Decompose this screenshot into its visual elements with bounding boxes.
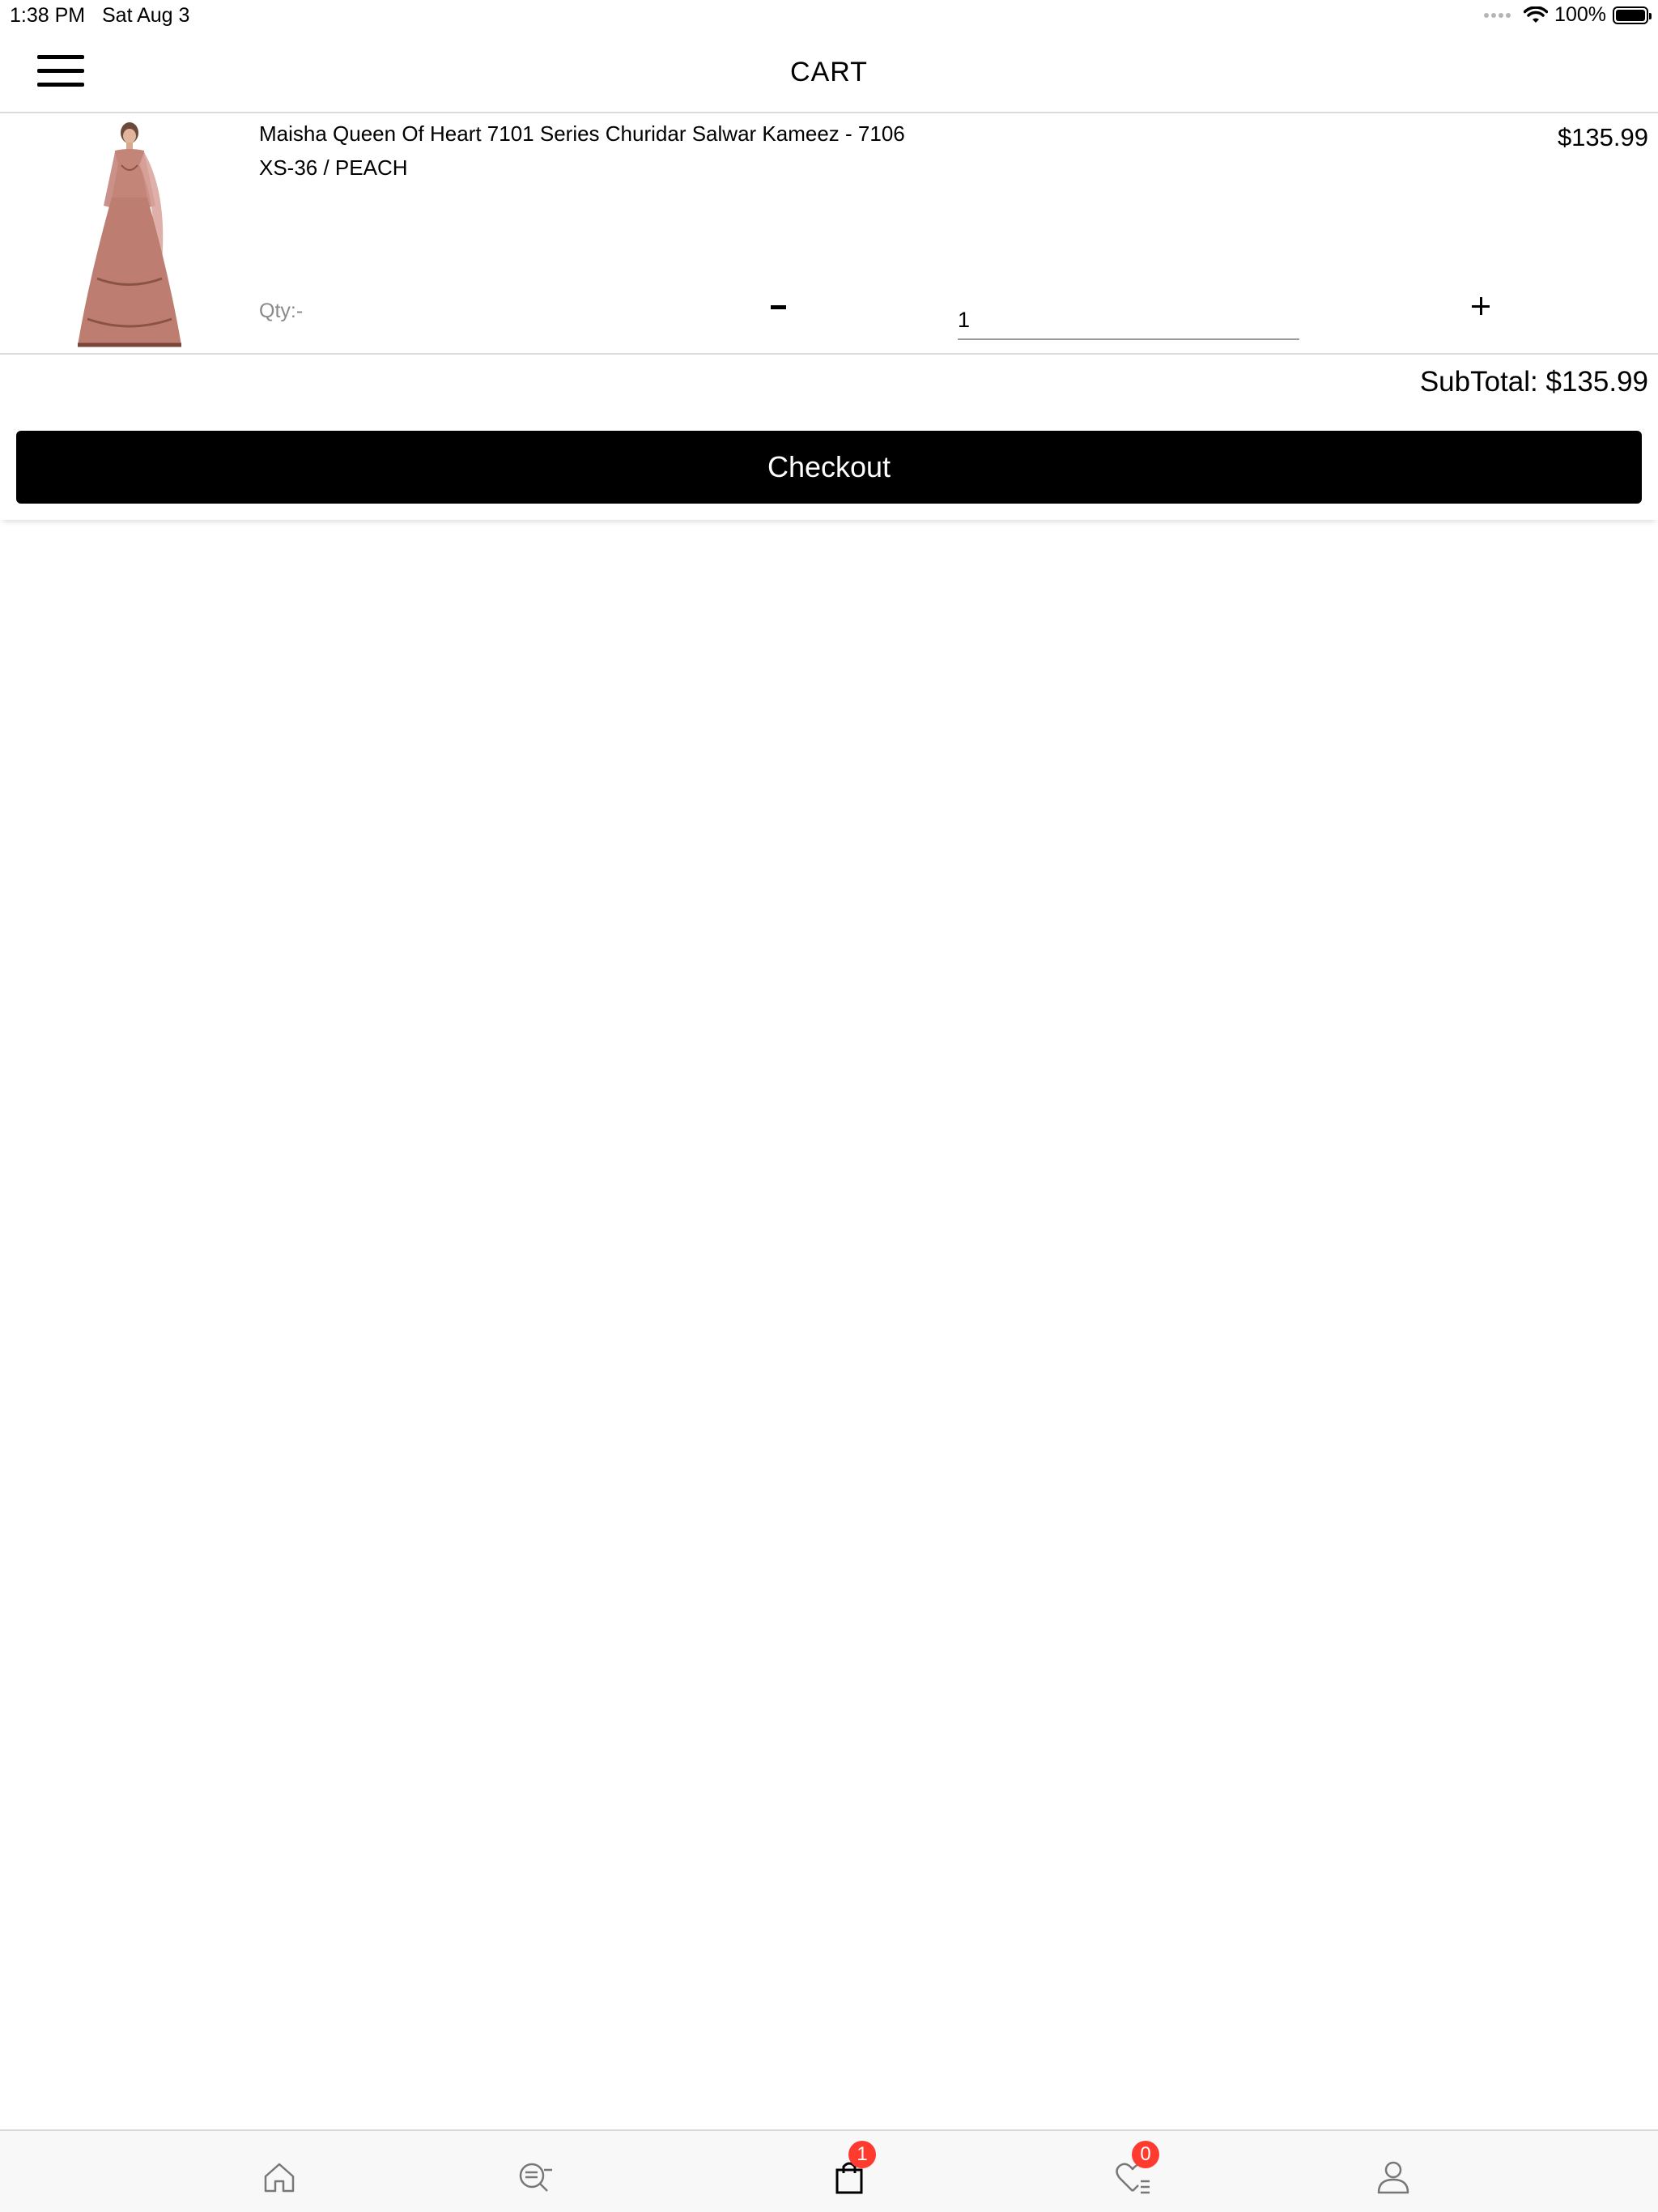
search-list-icon (519, 2163, 552, 2192)
app-header: CART (0, 32, 1658, 113)
battery-percentage: 100% (1554, 3, 1606, 26)
tab-home[interactable] (261, 2159, 301, 2199)
profile-icon (1377, 2161, 1409, 2194)
cart-summary: SubTotal: $135.99 Checkout (0, 356, 1658, 520)
cart-count-badge: 1 (848, 2141, 876, 2168)
cellular-signal-icon (1484, 12, 1511, 18)
bottom-tab-bar: 1 0 (0, 2129, 1658, 2212)
checkout-button[interactable]: Checkout (16, 431, 1642, 504)
status-date: Sat Aug 3 (102, 4, 190, 27)
home-icon (264, 2163, 295, 2193)
status-right: 100% (1484, 3, 1652, 27)
status-bar: 1:38 PM Sat Aug 3 100% (0, 0, 1658, 32)
quantity-input[interactable] (958, 301, 1299, 340)
tab-search[interactable] (517, 2159, 557, 2199)
cart-page: 1:38 PM Sat Aug 3 100% CART Maisha Queen… (0, 0, 1658, 2212)
status-time: 1:38 PM (10, 4, 86, 27)
product-image[interactable] (65, 117, 194, 350)
wishlist-count-badge: 0 (1132, 2141, 1159, 2168)
page-title: CART (790, 57, 868, 87)
tab-cart[interactable]: 1 (831, 2141, 876, 2199)
quantity-label: Qty:- (259, 300, 304, 322)
product-price: $135.99 (1557, 123, 1648, 151)
subtotal-text: SubTotal: $135.99 (1419, 366, 1648, 398)
battery-icon (1613, 6, 1652, 24)
product-variant: XS-36 / PEACH (259, 155, 408, 180)
decrease-quantity-button[interactable] (761, 285, 793, 325)
product-name[interactable]: Maisha Queen Of Heart 7101 Series Churid… (259, 121, 905, 147)
wifi-icon (1524, 6, 1549, 23)
cart-item-row: Maisha Queen Of Heart 7101 Series Churid… (0, 113, 1658, 355)
tab-wishlist[interactable]: 0 (1114, 2141, 1159, 2199)
increase-quantity-button[interactable] (1462, 285, 1494, 325)
tab-profile[interactable] (1375, 2159, 1415, 2199)
